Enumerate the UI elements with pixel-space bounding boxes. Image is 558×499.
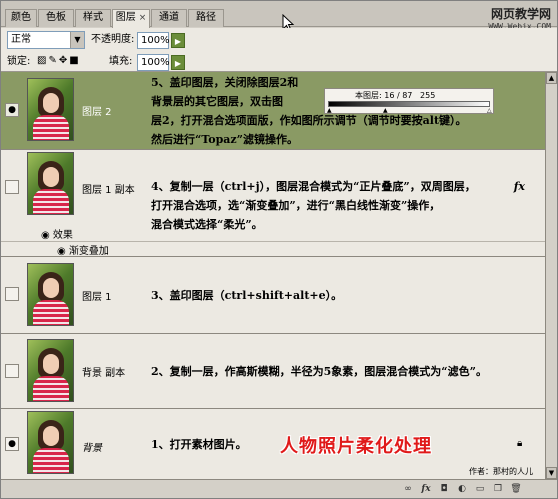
eye-icon[interactable] [5, 364, 19, 378]
layer-name[interactable]: 图层 1 副本 [82, 181, 135, 196]
slider-white-icon[interactable]: △ [487, 107, 492, 114]
new-layer-icon[interactable]: ❐ [491, 483, 505, 495]
opacity-label: 不透明度: [91, 34, 135, 45]
layer-name[interactable]: 图层 2 [82, 103, 112, 118]
mask-icon[interactable]: ◘ [437, 483, 451, 495]
eye-icon[interactable]: ◉ [41, 230, 50, 241]
blend-if-gradient[interactable]: 本图层: 16 / 87 255 ▲ ▲ △ [324, 88, 494, 114]
layer-row[interactable]: 背景 副本 2、复制一层，作高斯模糊，半径为5象素，图层混合模式为“滤色”。 [1, 334, 545, 409]
layer-row[interactable]: 图层 1 3、盖印图层（ctrl+shift+alt+e）。 [1, 257, 545, 334]
trash-icon[interactable]: 🗑︎ [509, 483, 523, 495]
adjustment-icon[interactable]: ◐ [455, 483, 469, 495]
opacity-field[interactable]: 100% [137, 32, 170, 49]
layers-panel: 颜色 色板 样式 图层 × 通道 路径 网页教学网 WWW.Webjx.COM 正… [0, 0, 558, 499]
tab-close-icon[interactable]: × [139, 13, 147, 23]
effects-row[interactable]: ◉ 效果 [41, 226, 73, 241]
layer-thumbnail [27, 339, 74, 402]
fx-icon[interactable]: fx [514, 180, 525, 193]
layer-thumbnail [27, 263, 74, 326]
lock-brush-icon[interactable]: ✎ [48, 55, 58, 66]
layer-desc: 2、复制一层，作高斯模糊，半径为5象素，图层混合模式为“滤色”。 [151, 365, 487, 378]
eye-icon[interactable] [5, 180, 19, 194]
author-credit: 作者：那村的人儿 [469, 467, 533, 476]
gradient-value-3: 255 [420, 91, 436, 100]
chevron-down-icon[interactable]: ▼ [70, 32, 84, 48]
gradient-strip [328, 101, 490, 107]
lock-icon: 🔒︎ [517, 438, 523, 449]
tab-styles[interactable]: 样式 [75, 9, 111, 27]
gradient-info-label: 本图层: [355, 91, 382, 100]
panel-tab-bar: 颜色 色板 样式 图层 × 通道 路径 网页教学网 WWW.Webjx.COM [1, 1, 557, 31]
lock-fill-row: 锁定: ▨✎✥■ 填充: 100% ▶ [1, 52, 557, 72]
lock-options: ▨✎✥■ [37, 55, 81, 66]
link-icon[interactable]: ∞ [401, 483, 415, 495]
watermark-title: 网页教学网 [490, 7, 551, 21]
fill-field[interactable]: 100% [137, 54, 170, 71]
blend-opacity-row: 正常 ▼ 不透明度: 100% ▶ [1, 28, 557, 52]
eye-icon[interactable] [5, 287, 19, 301]
gradient-value-1: 16 [384, 91, 395, 100]
folder-icon[interactable]: ▭ [473, 483, 487, 495]
layer-row[interactable]: 图层 1 副本 4、复制一层（ctrl+j），图层混合模式为“正片叠底”，双周图… [1, 150, 545, 257]
slider-mid-icon[interactable]: ▲ [383, 107, 388, 114]
slider-black-icon[interactable]: ▲ [327, 107, 332, 114]
tab-layers-label: 图层 [115, 12, 136, 23]
tab-layers[interactable]: 图层 × [112, 9, 150, 28]
effects-label: 效果 [52, 230, 73, 241]
layer-desc: 4、复制一层（ctrl+j），图层混合模式为“正片叠底”，双周图层， 打开混合选… [151, 180, 476, 231]
blend-mode-select[interactable]: 正常 ▼ [7, 31, 85, 49]
tab-swatches[interactable]: 色板 [38, 9, 74, 27]
fill-label: 填充: [109, 56, 133, 67]
effect-item-row[interactable]: ◉ 渐变叠加 [1, 241, 545, 257]
eye-icon[interactable]: ◉ [57, 246, 66, 257]
layer-row[interactable]: ● 图层 2 5、盖印图层，关闭除图层2和 背景层的其它图层，双击图 层2，打开… [1, 72, 545, 150]
fx-icon[interactable]: fx [419, 483, 433, 495]
layer-thumbnail [27, 78, 74, 141]
overlay-title: 人物照片柔化处理 [280, 436, 432, 457]
fill-slider-button[interactable]: ▶ [171, 55, 185, 70]
lock-move-icon[interactable]: ✥ [59, 55, 69, 66]
opacity-slider-button[interactable]: ▶ [171, 33, 185, 48]
effect-item-label: 渐变叠加 [68, 246, 109, 257]
tab-channels[interactable]: 通道 [151, 9, 187, 27]
lock-all-icon[interactable]: ■ [69, 55, 80, 66]
scroll-down-icon[interactable]: ▼ [546, 467, 557, 479]
layer-name[interactable]: 图层 1 [82, 288, 112, 303]
layer-desc: 3、盖印图层（ctrl+shift+alt+e）。 [151, 289, 343, 302]
layer-name[interactable]: 背景 [82, 439, 102, 454]
eye-icon[interactable]: ● [5, 103, 19, 117]
layers-list: ● 图层 2 5、盖印图层，关闭除图层2和 背景层的其它图层，双击图 层2，打开… [1, 72, 545, 479]
blend-mode-value: 正常 [11, 34, 31, 45]
gradient-value-2: 87 [402, 91, 413, 100]
lock-label: 锁定: [7, 56, 31, 67]
layer-row[interactable]: ● 背景 1、打开素材图片。 [1, 409, 545, 479]
layer-thumbnail [27, 152, 74, 215]
lock-transparent-icon[interactable]: ▨ [37, 55, 48, 66]
layer-thumbnail [27, 411, 74, 474]
scrollbar[interactable]: ▲ ▼ [545, 72, 557, 479]
tab-paths[interactable]: 路径 [188, 9, 224, 27]
scroll-up-icon[interactable]: ▲ [546, 72, 557, 84]
layers-toolbar: ∞ fx ◘ ◐ ▭ ❐ 🗑︎ [1, 479, 557, 498]
tab-color[interactable]: 颜色 [5, 9, 37, 27]
eye-icon[interactable]: ● [5, 437, 19, 451]
layer-name[interactable]: 背景 副本 [82, 364, 125, 379]
gradient-info: 本图层: 16 / 87 255 [355, 91, 436, 100]
